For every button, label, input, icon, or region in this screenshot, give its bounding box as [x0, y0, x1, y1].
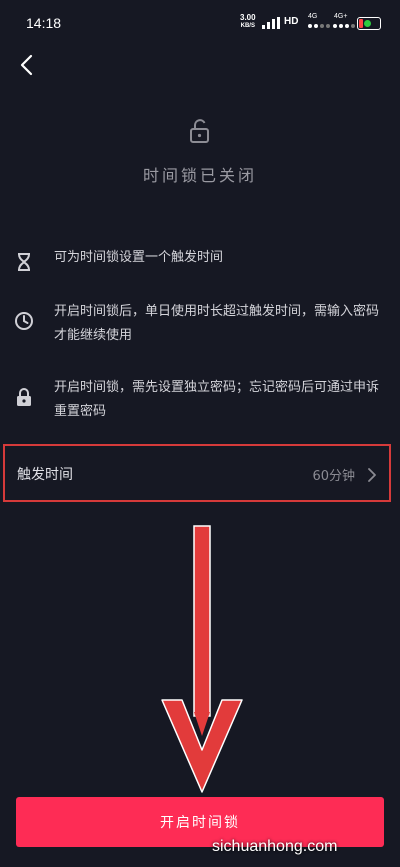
hd-indicator: HD: [284, 16, 299, 27]
lock-off-icon: [190, 119, 209, 143]
network-speed-unit: KB/S: [240, 23, 255, 29]
arrow-down-icon: [161, 525, 243, 793]
feature-text: 可为时间锁设置一个触发时间: [54, 250, 224, 265]
hourglass-icon: [18, 253, 30, 271]
status-time: 14:18: [26, 15, 62, 31]
network-type-2: 4G+: [334, 13, 348, 20]
wifi-signal-icon: [262, 17, 280, 29]
chevron-right-icon: [368, 468, 376, 482]
page-title: 时间锁已关闭: [142, 166, 257, 185]
battery-icon: [357, 17, 381, 30]
feature-text: 开启时间锁后，单日使用时长超过触发时间，需输入密码才能继续使用: [54, 304, 380, 343]
trigger-time-label: 触发时间: [17, 467, 73, 483]
status-bar: 14:18 3.00 KB/S HD 4G 4G+: [0, 0, 400, 46]
network-type-1: 4G: [308, 13, 318, 20]
signal-strength-1-icon: [308, 24, 330, 28]
watermark: sichuanhong.com: [212, 838, 338, 855]
trigger-time-value: 60分钟: [312, 469, 355, 484]
network-speed: 3.00 KB/S: [240, 14, 256, 30]
clock-icon: [15, 312, 33, 330]
back-button[interactable]: [14, 50, 40, 80]
feature-text: 开启时间锁，需先设置独立密码；忘记密码后可通过申诉重置密码: [54, 380, 380, 419]
lock-icon: [17, 388, 31, 406]
network-speed-value: 3.00: [240, 13, 256, 22]
signal-strength-2-icon: [333, 24, 355, 28]
trigger-time-setting[interactable]: 触发时间 60分钟: [3, 444, 391, 502]
